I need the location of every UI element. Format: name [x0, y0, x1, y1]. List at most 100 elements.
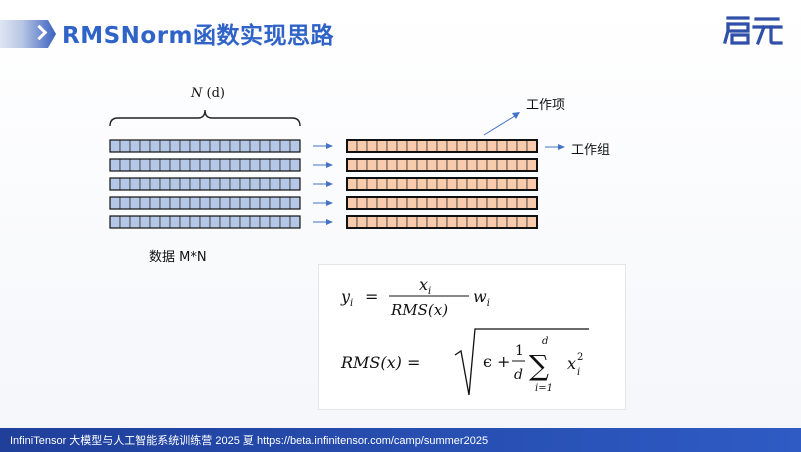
input-row-cell — [139, 158, 151, 172]
input-row-cell — [269, 215, 281, 229]
output-row-cell — [476, 158, 488, 172]
output-row-cell — [426, 215, 438, 229]
input-row-3 — [109, 177, 301, 191]
svg-text:=: = — [365, 287, 378, 306]
input-data-rows — [109, 139, 301, 229]
svg-text:i: i — [577, 367, 580, 378]
output-row-1 — [346, 139, 538, 153]
input-row-cell — [289, 139, 301, 153]
input-row-cell — [209, 158, 221, 172]
output-row-cell — [396, 139, 408, 153]
output-row-cell — [376, 196, 388, 210]
output-row-cell — [506, 215, 518, 229]
output-row-cell — [396, 158, 408, 172]
input-row-cell — [269, 196, 281, 210]
output-row-cell — [486, 215, 498, 229]
output-row-cell — [416, 215, 428, 229]
input-row-cell — [119, 158, 131, 172]
output-row-cell — [356, 139, 368, 153]
output-row-cell — [356, 215, 368, 229]
footer-text: InfiniTensor 大模型与人工智能系统训练营 2025 夏 https:… — [10, 435, 489, 447]
input-row-cell — [119, 215, 131, 229]
input-row-cell — [129, 215, 141, 229]
output-row-cell — [526, 177, 538, 191]
input-row-cell — [189, 139, 201, 153]
input-row-cell — [179, 177, 191, 191]
svg-text:2: 2 — [577, 352, 583, 363]
input-row-cell — [129, 196, 141, 210]
input-row-cell — [189, 158, 201, 172]
input-row-cell — [219, 139, 231, 153]
output-row-cell — [446, 215, 458, 229]
input-row-cell — [229, 215, 241, 229]
output-row-cell — [466, 139, 478, 153]
input-row-cell — [169, 139, 181, 153]
input-row-4 — [109, 196, 301, 210]
output-row-cell — [446, 177, 458, 191]
output-row-cell — [416, 177, 428, 191]
input-row-cell — [149, 139, 161, 153]
output-row-cell — [406, 158, 418, 172]
output-row-cell — [386, 215, 398, 229]
input-row-cell — [219, 215, 231, 229]
input-row-cell — [259, 196, 271, 210]
footer-bar: InfiniTensor 大模型与人工智能系统训练营 2025 夏 https:… — [0, 428, 801, 452]
row-arrow-head — [326, 181, 333, 187]
output-row-cell — [476, 177, 488, 191]
output-row-cell — [396, 215, 408, 229]
input-row-cell — [109, 196, 121, 210]
output-row-cell — [376, 177, 388, 191]
input-row-cell — [159, 139, 171, 153]
input-row-cell — [139, 139, 151, 153]
output-row-cell — [446, 139, 458, 153]
output-row-cell — [416, 139, 428, 153]
input-row-cell — [129, 158, 141, 172]
svg-text:xi: xi — [419, 275, 431, 297]
output-row-cell — [366, 177, 378, 191]
output-row-cell — [396, 177, 408, 191]
output-row-cell — [366, 215, 378, 229]
work-group-arrow — [545, 144, 565, 150]
work-item-arrow — [483, 112, 520, 136]
output-row-cell — [456, 158, 468, 172]
row-arrow-head — [326, 200, 333, 206]
output-row-cell — [496, 158, 508, 172]
output-row-2 — [346, 158, 538, 172]
input-row-cell — [179, 215, 191, 229]
work-group-label: 工作组 — [571, 143, 611, 158]
input-row-cell — [239, 158, 251, 172]
output-row-cell — [346, 215, 358, 229]
input-row-2 — [109, 158, 301, 172]
input-row-cell — [239, 215, 251, 229]
output-row-cell — [476, 215, 488, 229]
output-row-cell — [446, 158, 458, 172]
input-row-cell — [139, 196, 151, 210]
output-row-cell — [486, 158, 498, 172]
output-row-cell — [436, 139, 448, 153]
output-row-cell — [466, 177, 478, 191]
output-row-cell — [446, 196, 458, 210]
output-row-cell — [386, 177, 398, 191]
output-row-cell — [356, 158, 368, 172]
output-row-cell — [376, 215, 388, 229]
input-row-cell — [249, 215, 261, 229]
input-row-cell — [279, 196, 291, 210]
input-row-cell — [269, 139, 281, 153]
input-row-cell — [289, 215, 301, 229]
input-row-cell — [189, 196, 201, 210]
work-item-label: 工作项 — [526, 98, 566, 113]
input-row-cell — [249, 158, 261, 172]
output-row-cell — [426, 158, 438, 172]
output-row-cell — [386, 158, 398, 172]
input-row-cell — [179, 139, 191, 153]
input-row-cell — [129, 177, 141, 191]
input-row-cell — [139, 215, 151, 229]
input-row-cell — [259, 215, 271, 229]
output-row-cell — [486, 196, 498, 210]
input-row-cell — [189, 177, 201, 191]
svg-text:yi: yi — [340, 287, 353, 309]
data-label: 数据 M*N — [149, 250, 207, 265]
output-row-cell — [496, 196, 508, 210]
svg-text:d: d — [514, 367, 523, 383]
input-row-cell — [249, 196, 261, 210]
